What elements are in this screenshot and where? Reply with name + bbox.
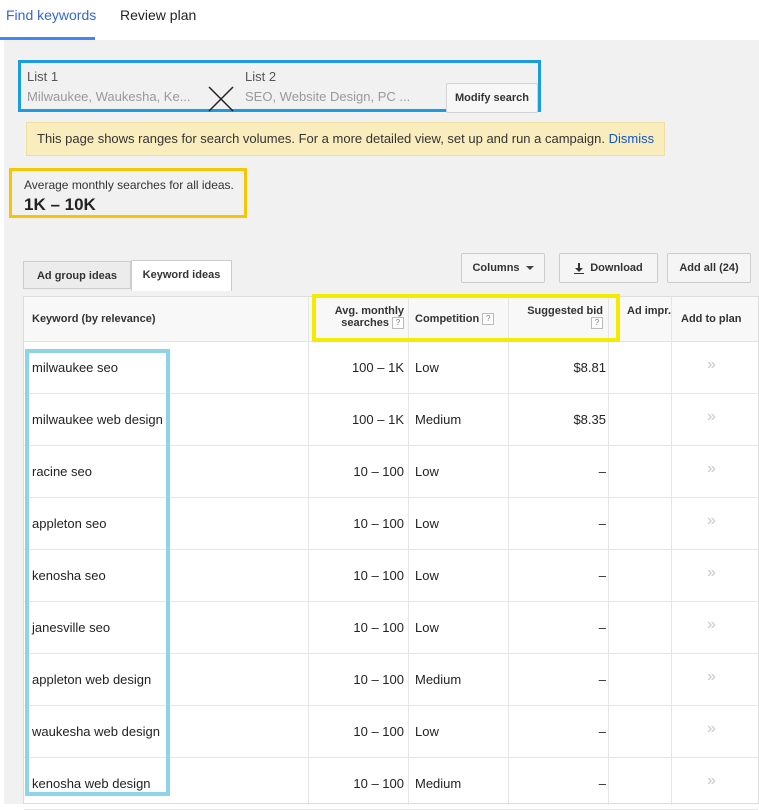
- bid-cell: $8.81: [573, 360, 606, 375]
- bid-cell: –: [598, 776, 606, 791]
- keyword-cell: racine seo: [32, 464, 92, 479]
- add-to-plan-icon[interactable]: »: [707, 668, 716, 686]
- competition-cell: Low: [415, 464, 439, 479]
- tab-review-plan[interactable]: Review plan: [120, 7, 196, 23]
- add-to-plan-icon[interactable]: »: [707, 512, 716, 530]
- top-tabs: Find keywords Review plan: [0, 0, 759, 40]
- table-header: Keyword (by relevance) Avg. monthly sear…: [24, 297, 758, 342]
- competition-cell: Medium: [415, 776, 462, 791]
- table-row: janesville seo 10 – 100 Low – »: [24, 602, 758, 654]
- list2-value[interactable]: SEO, Website Design, PC ...: [245, 89, 410, 104]
- tab-keyword-ideas[interactable]: Keyword ideas: [131, 260, 232, 291]
- avg-searches-cell: 10 – 100: [353, 464, 404, 479]
- competition-cell: Medium: [415, 672, 462, 687]
- table-row: appleton web design 10 – 100 Medium – »: [24, 654, 758, 706]
- add-to-plan-icon[interactable]: »: [707, 772, 716, 790]
- download-label: Download: [590, 262, 643, 274]
- add-to-plan-icon[interactable]: »: [707, 408, 716, 426]
- list1-label: List 1: [27, 69, 59, 84]
- multiply-icon: [208, 86, 234, 112]
- avg-searches-cell: 10 – 100: [353, 672, 404, 687]
- bid-cell: –: [598, 516, 606, 531]
- help-icon[interactable]: ?: [392, 317, 404, 330]
- keyword-cell: appleton seo: [32, 516, 107, 531]
- header-competition-label: Competition: [415, 313, 480, 325]
- competition-cell: Low: [415, 516, 439, 531]
- bid-cell: –: [598, 568, 606, 583]
- header-ad-impr[interactable]: Ad impr.: [627, 305, 671, 317]
- dismiss-link[interactable]: Dismiss: [609, 131, 655, 146]
- keyword-cell: kenosha web design: [32, 776, 151, 791]
- competition-cell: Medium: [415, 412, 462, 427]
- competition-cell: Low: [415, 360, 439, 375]
- keyword-cell: kenosha seo: [32, 568, 106, 583]
- average-value: 1K – 10K: [24, 195, 96, 214]
- tab-find-keywords[interactable]: Find keywords: [6, 7, 96, 23]
- keyword-cell: milwaukee web design: [32, 412, 163, 427]
- header-bid-label: Suggested bid: [527, 305, 603, 317]
- notice-text: This page shows ranges for search volume…: [37, 131, 605, 146]
- download-button[interactable]: Download: [559, 253, 658, 283]
- table-row: racine seo 10 – 100 Low – »: [24, 446, 758, 498]
- keyword-cell: milwaukee seo: [32, 360, 118, 375]
- table-row: milwaukee web design 100 – 1K Medium $8.…: [24, 394, 758, 446]
- table-row: kenosha seo 10 – 100 Low – »: [24, 550, 758, 602]
- keyword-cell: janesville seo: [32, 620, 111, 635]
- table-row: appleton seo 10 – 100 Low – »: [24, 498, 758, 550]
- table-row: waukesha web design 10 – 100 Low – »: [24, 706, 758, 758]
- add-to-plan-icon[interactable]: »: [707, 616, 716, 634]
- bid-cell: –: [598, 620, 606, 635]
- bid-cell: –: [598, 724, 606, 739]
- tab-ad-group-ideas[interactable]: Ad group ideas: [23, 261, 131, 289]
- avg-searches-cell: 100 – 1K: [351, 360, 404, 375]
- download-icon: [574, 262, 585, 274]
- header-keyword[interactable]: Keyword (by relevance): [32, 313, 156, 325]
- header-avg-monthly[interactable]: Avg. monthly searches?: [332, 305, 404, 330]
- competition-cell: Low: [415, 724, 439, 739]
- columns-label: Columns: [472, 262, 520, 274]
- add-all-button[interactable]: Add all (24): [667, 253, 751, 283]
- keyword-cell: appleton web design: [32, 672, 152, 687]
- keyword-cell: waukesha web design: [32, 724, 160, 739]
- competition-cell: Low: [415, 620, 439, 635]
- search-lists: List 1 Milwaukee, Waukesha, Ke... List 2…: [18, 60, 541, 113]
- header-add-to-plan: Add to plan: [681, 313, 742, 325]
- average-label: Average monthly searches for all ideas.: [24, 178, 234, 192]
- avg-searches-cell: 10 – 100: [353, 776, 404, 791]
- bid-cell: –: [598, 672, 606, 687]
- average-searches-box: Average monthly searches for all ideas. …: [9, 168, 247, 218]
- header-avg-line2: searches: [341, 317, 389, 329]
- avg-searches-cell: 10 – 100: [353, 516, 404, 531]
- keyword-planner-panel: List 1 Milwaukee, Waukesha, Ke... List 2…: [4, 40, 759, 810]
- bid-cell: $8.35: [573, 412, 606, 427]
- add-to-plan-icon[interactable]: »: [707, 720, 716, 738]
- avg-searches-cell: 10 – 100: [353, 568, 404, 583]
- avg-searches-cell: 100 – 1K: [351, 412, 404, 427]
- list1-value[interactable]: Milwaukee, Waukesha, Ke...: [27, 89, 191, 104]
- columns-button[interactable]: Columns: [461, 253, 545, 283]
- header-competition[interactable]: Competition?: [415, 313, 495, 326]
- table-row: milwaukee seo 100 – 1K Low $8.81 »: [24, 342, 758, 394]
- competition-cell: Low: [415, 568, 439, 583]
- list2-label: List 2: [245, 69, 277, 84]
- keyword-table: Keyword (by relevance) Avg. monthly sear…: [23, 296, 759, 810]
- help-icon[interactable]: ?: [482, 313, 495, 326]
- header-suggested-bid[interactable]: Suggested bid ?: [518, 305, 603, 330]
- header-avg-line1: Avg. monthly: [334, 305, 404, 317]
- bid-cell: –: [598, 464, 606, 479]
- add-to-plan-icon[interactable]: »: [707, 564, 716, 582]
- table-row: kenosha web design 10 – 100 Medium – »: [24, 758, 758, 810]
- add-to-plan-icon[interactable]: »: [707, 460, 716, 478]
- caret-down-icon: [525, 266, 534, 271]
- avg-searches-cell: 10 – 100: [353, 620, 404, 635]
- notice-banner: This page shows ranges for search volume…: [26, 122, 665, 156]
- modify-search-button[interactable]: Modify search: [446, 83, 538, 113]
- add-to-plan-icon[interactable]: »: [707, 356, 716, 374]
- help-icon[interactable]: ?: [591, 317, 603, 330]
- avg-searches-cell: 10 – 100: [353, 724, 404, 739]
